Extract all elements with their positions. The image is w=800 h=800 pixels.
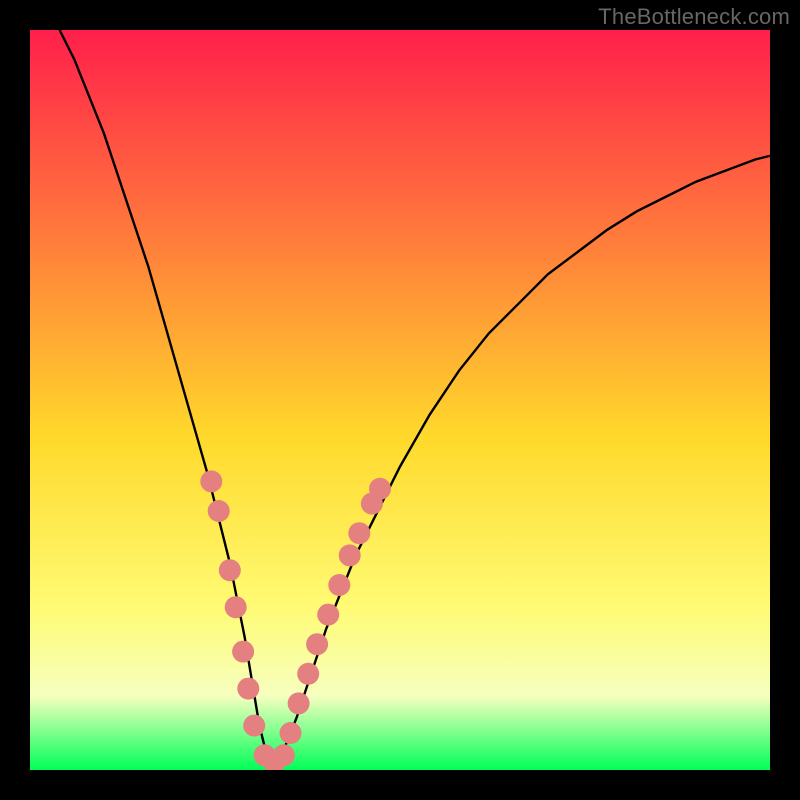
highlight-marker xyxy=(280,722,302,744)
highlight-marker xyxy=(225,596,247,618)
highlight-marker xyxy=(317,604,339,626)
highlight-marker xyxy=(232,641,254,663)
highlight-marker xyxy=(208,500,230,522)
highlight-marker xyxy=(243,715,265,737)
highlight-marker xyxy=(306,633,328,655)
highlight-marker xyxy=(237,678,259,700)
watermark-text: TheBottleneck.com xyxy=(598,4,790,30)
highlight-marker xyxy=(328,574,350,596)
highlight-marker xyxy=(219,559,241,581)
highlight-marker xyxy=(200,470,222,492)
highlight-marker xyxy=(288,692,310,714)
bottleneck-curve-plot xyxy=(30,30,770,770)
bottleneck-curve xyxy=(60,30,770,770)
plot-frame xyxy=(30,30,770,770)
highlight-marker xyxy=(369,478,391,500)
highlight-marker xyxy=(297,663,319,685)
highlight-marker xyxy=(348,522,370,544)
highlight-marker xyxy=(339,544,361,566)
highlight-marker xyxy=(273,744,295,766)
highlight-markers xyxy=(200,470,391,770)
